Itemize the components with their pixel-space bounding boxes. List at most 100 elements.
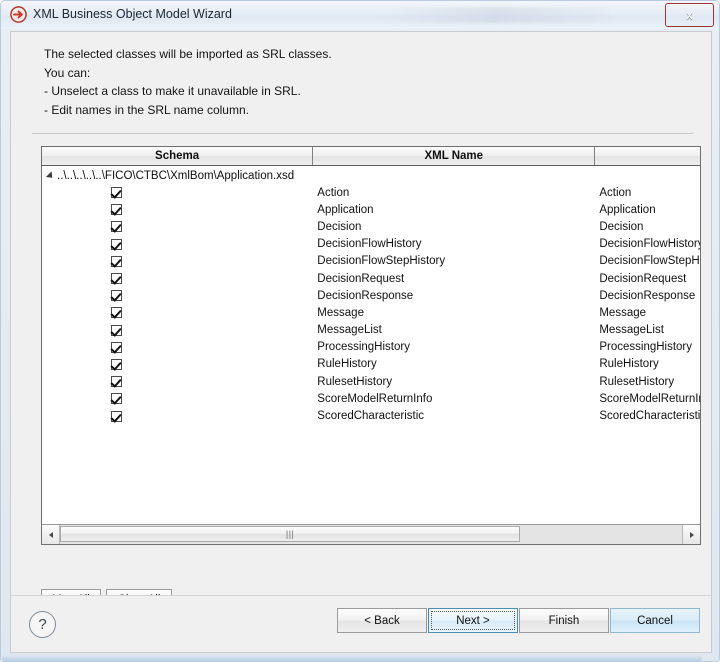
close-button[interactable]: x [665, 3, 714, 27]
table-row[interactable]: Decision Decision [42, 218, 700, 235]
xml-name-cell: Message [317, 306, 364, 319]
schema-cell [42, 341, 313, 353]
xml-name-cell: Decision [317, 220, 362, 233]
srl-name-cell[interactable]: ScoreModelReturnInfo [595, 393, 700, 405]
instruction-line-3: - Unselect a class to make it unavailabl… [44, 84, 301, 98]
back-button[interactable]: < Back [337, 608, 427, 633]
table-row[interactable]: RuleHistory RuleHistory [42, 356, 700, 373]
xml-name-cell: DecisionResponse [317, 289, 414, 302]
table-header-row: Schema XML Name [42, 147, 700, 166]
srl-name-cell[interactable]: RuleHistory [595, 358, 700, 370]
schema-root-row[interactable]: ..\..\..\..\..\FICO\CTBC\XmlBom\Applicat… [42, 167, 700, 184]
table-row[interactable]: Message Message [42, 304, 700, 321]
srl-name-cell[interactable]: Message [595, 307, 700, 319]
scrollbar-track[interactable]: ||| [60, 525, 682, 544]
table-rows-container: Action Action Application Application Decisi… [42, 184, 700, 425]
finish-button[interactable]: Finish [519, 608, 609, 633]
column-header-schema-label: Schema [155, 150, 200, 162]
instruction-line-1: The selected classes will be imported as… [44, 47, 332, 61]
srl-name-cell[interactable]: ScoredCharacteristic [595, 410, 700, 422]
class-checkbox[interactable] [111, 393, 122, 405]
schema-cell [42, 307, 313, 319]
next-button-label: Next > [456, 614, 490, 627]
class-checkbox[interactable] [111, 307, 122, 319]
right-arrow-circle-icon [10, 6, 27, 23]
wizard-window: XML Business Object Model Wizard x The s… [0, 0, 720, 662]
srl-name-cell[interactable]: DecisionFlowStepHistory [595, 255, 700, 267]
horizontal-scrollbar[interactable]: ||| [42, 524, 700, 544]
schema-cell [42, 410, 313, 422]
next-button[interactable]: Next > [428, 608, 518, 633]
class-checkbox[interactable] [111, 290, 122, 302]
srl-name-cell[interactable]: Action [595, 187, 700, 199]
srl-name-cell[interactable]: ProcessingHistory [595, 341, 700, 353]
table-row[interactable]: Application Application [42, 201, 700, 218]
xml-name-cell: RuleHistory [317, 358, 377, 371]
srl-name-cell[interactable]: DecisionResponse [595, 290, 700, 302]
table-row[interactable]: ScoredCharacteristic ScoredCharacteristic [42, 407, 700, 424]
help-icon[interactable]: ? [29, 611, 56, 638]
schema-cell [42, 393, 313, 405]
schema-cell [42, 324, 313, 336]
close-icon: x [686, 8, 693, 22]
column-header-schema[interactable]: Schema [42, 147, 314, 165]
srl-name-cell[interactable]: RulesetHistory [595, 376, 700, 388]
srl-name-cell[interactable]: DecisionFlowHistory [595, 238, 700, 250]
scrollbar-thumb[interactable]: ||| [60, 526, 521, 542]
title-bar[interactable]: XML Business Object Model Wizard x [1, 1, 719, 29]
cancel-button[interactable]: Cancel [610, 608, 700, 633]
instruction-line-4: - Edit names in the SRL name column. [44, 102, 249, 117]
table-row[interactable]: RulesetHistory RulesetHistory [42, 373, 700, 390]
class-checkbox[interactable] [111, 324, 122, 336]
table-row[interactable]: DecisionFlowHistory DecisionFlowHistory [42, 236, 700, 253]
scrollbar-grip-icon: ||| [285, 528, 295, 539]
class-mapping-table: Schema XML Name ..\..\..\..\..\FICO\CTBC… [41, 146, 701, 545]
class-checkbox[interactable] [111, 273, 122, 285]
column-header-srl-name[interactable] [595, 147, 700, 165]
table-row[interactable]: ProcessingHistory ProcessingHistory [42, 339, 700, 356]
srl-name-cell[interactable]: Application [595, 204, 700, 216]
table-row[interactable]: MessageList MessageList [42, 322, 700, 339]
scroll-right-button[interactable] [682, 525, 700, 544]
srl-name-cell[interactable]: DecisionRequest [595, 273, 700, 285]
class-checkbox[interactable] [111, 238, 122, 250]
schema-cell [42, 221, 313, 233]
schema-cell [42, 238, 313, 250]
xml-name-cell: MessageList [317, 324, 382, 337]
xml-name-cell: DecisionFlowHistory [317, 238, 422, 251]
class-checkbox[interactable] [111, 341, 122, 353]
table-row[interactable]: Action Action [42, 184, 700, 201]
class-checkbox[interactable] [111, 221, 122, 233]
schema-cell [42, 204, 313, 216]
section-divider [32, 133, 693, 134]
table-row[interactable]: DecisionRequest DecisionRequest [42, 270, 700, 287]
scroll-left-button[interactable] [42, 525, 60, 544]
table-row[interactable]: DecisionResponse DecisionResponse [42, 287, 700, 304]
left-arrow-icon [48, 531, 53, 538]
column-header-xml-name[interactable]: XML Name [313, 147, 596, 165]
class-checkbox[interactable] [111, 376, 122, 388]
right-arrow-icon [689, 531, 694, 538]
window-title: XML Business Object Model Wizard [33, 7, 232, 21]
class-checkbox[interactable] [111, 204, 122, 216]
schema-cell [42, 255, 313, 267]
table-body: ..\..\..\..\..\FICO\CTBC\XmlBom\Applicat… [42, 167, 700, 524]
class-checkbox[interactable] [111, 358, 122, 370]
instructions-block: The selected classes will be imported as… [44, 45, 684, 119]
class-checkbox[interactable] [111, 410, 122, 422]
table-row[interactable]: DecisionFlowStepHistory DecisionFlowStepH… [42, 253, 700, 270]
tree-expander-icon[interactable] [45, 170, 56, 181]
class-checkbox[interactable] [111, 255, 122, 267]
table-row[interactable]: ScoreModelReturnInfo ScoreModelReturnInfo [42, 390, 700, 407]
wizard-footer: ? < Back Next > Finish Cancel [10, 595, 712, 653]
xml-name-cell: DecisionFlowStepHistory [317, 255, 446, 268]
xml-name-cell: Application [317, 203, 374, 216]
schema-cell [42, 376, 313, 388]
schema-path-label: ..\..\..\..\..\FICO\CTBC\XmlBom\Applicat… [57, 169, 295, 182]
xml-name-cell: DecisionRequest [317, 272, 405, 285]
xml-name-cell: Action [317, 186, 350, 199]
srl-name-cell[interactable]: MessageList [595, 324, 700, 336]
class-checkbox[interactable] [111, 187, 122, 199]
wizard-content-panel: The selected classes will be imported as… [10, 31, 712, 624]
srl-name-cell[interactable]: Decision [595, 221, 700, 233]
